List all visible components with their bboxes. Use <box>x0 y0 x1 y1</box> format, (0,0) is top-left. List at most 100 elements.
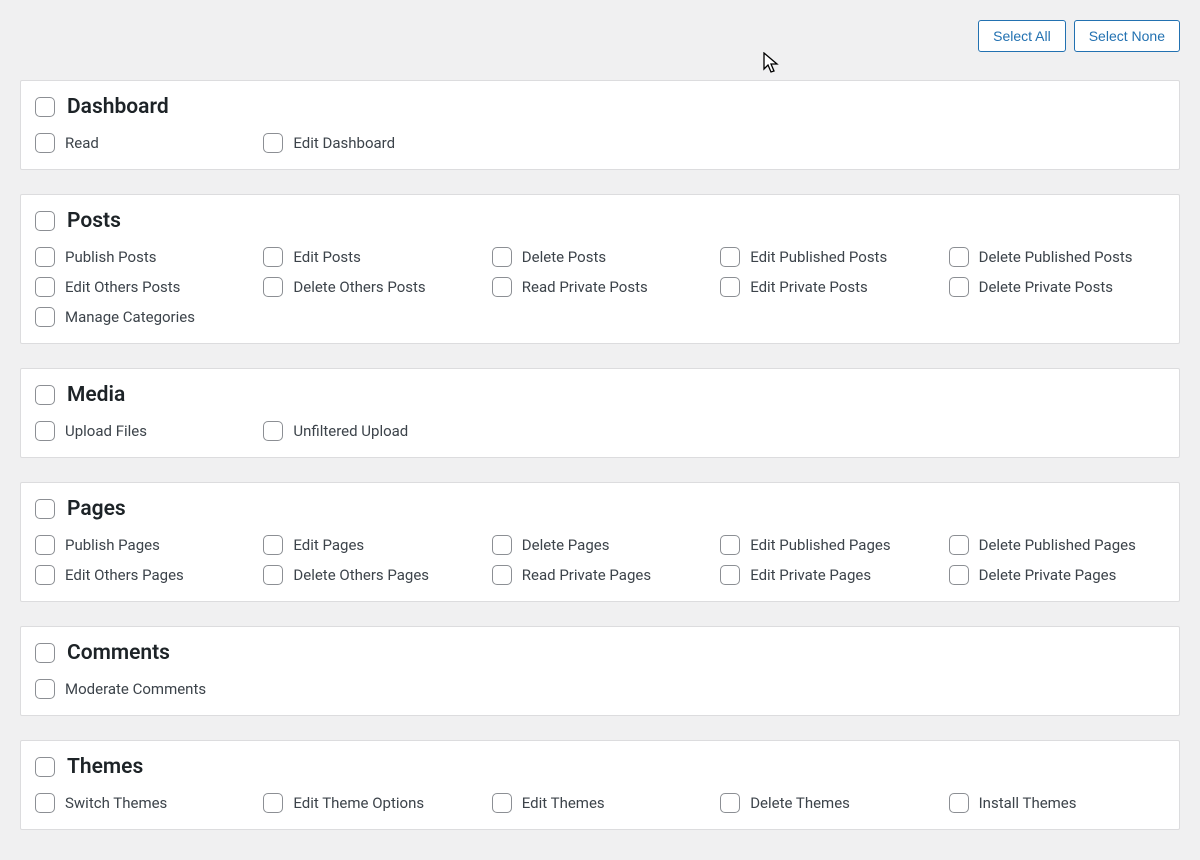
capability-checkbox[interactable] <box>35 421 55 441</box>
capability-label: Delete Pages <box>522 536 610 554</box>
capability-item: Moderate Comments <box>35 679 251 699</box>
section-checkbox[interactable] <box>35 643 55 663</box>
capability-item: Delete Others Pages <box>263 565 479 585</box>
capability-item: Read <box>35 133 251 153</box>
capability-checkbox[interactable] <box>263 247 283 267</box>
section-panel: Pages Publish Pages Edit Pages Delete Pages… <box>20 482 1180 602</box>
capability-checkbox[interactable] <box>35 277 55 297</box>
capabilities-grid: Moderate Comments <box>35 679 1165 699</box>
section-header: Pages <box>35 497 1165 521</box>
capability-label: Upload Files <box>65 422 147 440</box>
capability-checkbox[interactable] <box>35 247 55 267</box>
section-panel: Posts Publish Posts Edit Posts Delete Posts… <box>20 194 1180 344</box>
capability-label: Read Private Posts <box>522 278 648 296</box>
capability-item: Publish Posts <box>35 247 251 267</box>
capability-checkbox[interactable] <box>35 565 55 585</box>
capability-checkbox[interactable] <box>35 535 55 555</box>
capability-checkbox[interactable] <box>35 679 55 699</box>
section-checkbox[interactable] <box>35 97 55 117</box>
capability-checkbox[interactable] <box>35 307 55 327</box>
capability-label: Edit Published Pages <box>750 536 890 554</box>
section-title: Posts <box>67 209 121 233</box>
capability-label: Delete Published Posts <box>979 248 1133 266</box>
capability-label: Edit Posts <box>293 248 360 266</box>
capability-label: Unfiltered Upload <box>293 422 408 440</box>
capability-item: Install Themes <box>949 793 1165 813</box>
capability-label: Edit Dashboard <box>293 134 395 152</box>
capability-item: Publish Pages <box>35 535 251 555</box>
capability-checkbox[interactable] <box>949 565 969 585</box>
capability-item: Edit Published Pages <box>720 535 936 555</box>
capability-checkbox[interactable] <box>949 535 969 555</box>
capability-label: Read Private Pages <box>522 566 651 584</box>
capability-checkbox[interactable] <box>263 277 283 297</box>
capability-checkbox[interactable] <box>492 535 512 555</box>
capabilities-grid: Switch ThemesEdit Theme OptionsEdit Them… <box>35 793 1165 813</box>
capability-checkbox[interactable] <box>949 793 969 813</box>
capability-label: Edit Private Pages <box>750 566 871 584</box>
capability-checkbox[interactable] <box>720 793 740 813</box>
capability-label: Delete Published Pages <box>979 536 1136 554</box>
capability-checkbox[interactable] <box>720 535 740 555</box>
capability-item: Unfiltered Upload <box>263 421 479 441</box>
capability-checkbox[interactable] <box>263 535 283 555</box>
capability-checkbox[interactable] <box>35 793 55 813</box>
section-header: Media <box>35 383 1165 407</box>
section-title: Media <box>67 383 125 407</box>
capability-label: Delete Others Posts <box>293 278 425 296</box>
capability-checkbox[interactable] <box>949 277 969 297</box>
capability-checkbox[interactable] <box>263 565 283 585</box>
capability-item: Edit Others Posts <box>35 277 251 297</box>
capability-item: Delete Themes <box>720 793 936 813</box>
capabilities-grid: Upload Files Unfiltered Upload <box>35 421 1165 441</box>
capability-label: Edit Pages <box>293 536 364 554</box>
capability-item: Delete Others Posts <box>263 277 479 297</box>
capability-label: Install Themes <box>979 794 1077 812</box>
capability-item: Manage Categories <box>35 307 251 327</box>
section-header: Dashboard <box>35 95 1165 119</box>
capability-item: Edit Private Posts <box>720 277 936 297</box>
capability-label: Manage Categories <box>65 308 195 326</box>
capability-checkbox[interactable] <box>492 565 512 585</box>
section-header: Themes <box>35 755 1165 779</box>
capability-checkbox[interactable] <box>720 277 740 297</box>
capability-item: Edit Themes <box>492 793 708 813</box>
capability-label: Read <box>65 134 99 152</box>
capabilities-grid: Publish Pages Edit Pages Delete Pages Edit … <box>35 535 1165 585</box>
capability-item: Read Private Pages <box>492 565 708 585</box>
section-checkbox[interactable] <box>35 385 55 405</box>
capability-checkbox[interactable] <box>35 133 55 153</box>
capability-label: Delete Private Pages <box>979 566 1117 584</box>
capability-checkbox[interactable] <box>949 247 969 267</box>
capability-label: Delete Others Pages <box>293 566 429 584</box>
section-checkbox[interactable] <box>35 757 55 777</box>
capability-label: Moderate Comments <box>65 680 206 698</box>
capability-checkbox[interactable] <box>263 793 283 813</box>
capability-checkbox[interactable] <box>263 133 283 153</box>
capability-checkbox[interactable] <box>492 793 512 813</box>
select-none-button[interactable]: Select None <box>1074 20 1180 52</box>
capability-item: Switch Themes <box>35 793 251 813</box>
section-checkbox[interactable] <box>35 211 55 231</box>
section-checkbox[interactable] <box>35 499 55 519</box>
section-header: Posts <box>35 209 1165 233</box>
section-title: Comments <box>67 641 170 665</box>
capability-label: Publish Posts <box>65 248 157 266</box>
section-title: Themes <box>67 755 143 779</box>
capability-item: Delete Published Pages <box>949 535 1165 555</box>
capability-item: Read Private Posts <box>492 277 708 297</box>
section-title: Dashboard <box>67 95 169 119</box>
capability-checkbox[interactable] <box>720 247 740 267</box>
capability-item: Delete Private Pages <box>949 565 1165 585</box>
capability-label: Delete Themes <box>750 794 850 812</box>
capability-checkbox[interactable] <box>263 421 283 441</box>
capability-checkbox[interactable] <box>492 247 512 267</box>
capability-label: Publish Pages <box>65 536 160 554</box>
select-all-button[interactable]: Select All <box>978 20 1066 52</box>
capability-label: Delete Posts <box>522 248 606 266</box>
capability-item: Edit Private Pages <box>720 565 936 585</box>
section-panel: Themes Switch ThemesEdit Theme OptionsEdi… <box>20 740 1180 830</box>
capability-checkbox[interactable] <box>492 277 512 297</box>
capability-checkbox[interactable] <box>720 565 740 585</box>
capability-item: Delete Posts <box>492 247 708 267</box>
